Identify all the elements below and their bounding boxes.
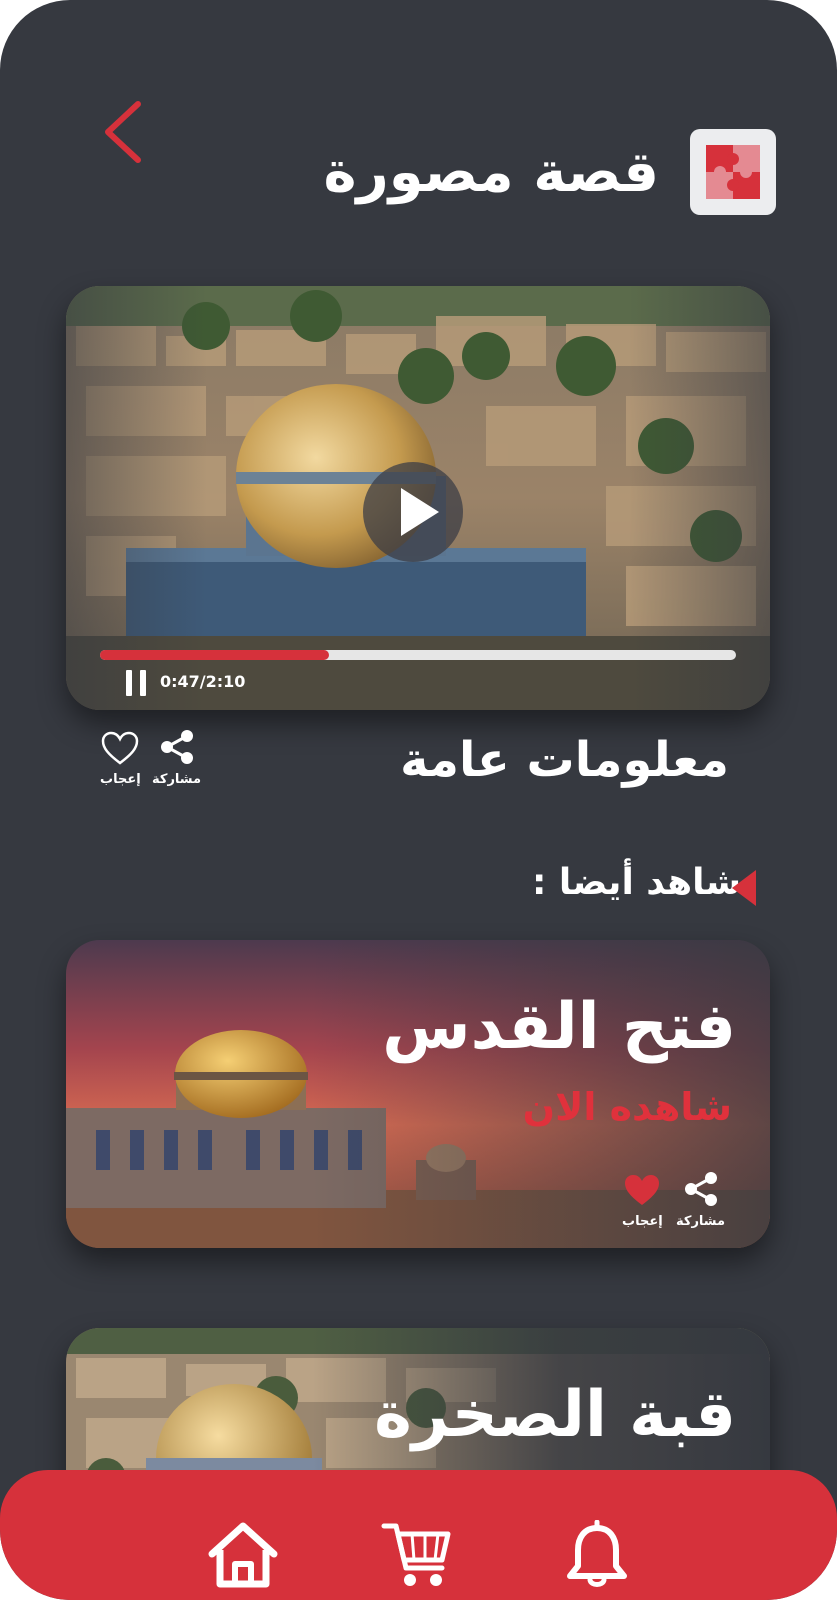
share-button[interactable]: مشاركة	[152, 728, 201, 787]
play-icon	[401, 488, 439, 536]
story-card[interactable]: فتح القدس شاهده الان مشاركة إعجاب	[66, 940, 770, 1248]
like-button[interactable]: إعجاب	[622, 1172, 663, 1229]
play-button[interactable]	[363, 462, 463, 562]
share-button[interactable]: مشاركة	[676, 1170, 725, 1229]
app-logo	[690, 129, 776, 215]
nav-notifications-button[interactable]	[560, 1519, 634, 1590]
section-title: معلومات عامة	[400, 732, 729, 788]
app-screen: قصة مصورة 0:47/2:10 معلومات عامة مشاركة …	[0, 0, 837, 1600]
like-button[interactable]: إعجاب	[100, 730, 141, 787]
share-icon	[684, 1172, 717, 1206]
cart-icon	[381, 1523, 451, 1586]
puzzle-icon	[706, 145, 760, 199]
see-also-heading: شاهد أيضا :	[532, 862, 741, 903]
heart-filled-icon	[625, 1175, 660, 1205]
nav-home-button[interactable]	[206, 1520, 280, 1590]
video-time: 0:47/2:10	[160, 672, 246, 691]
like-label: إعجاب	[100, 772, 141, 787]
like-label: إعجاب	[622, 1214, 663, 1229]
pause-button[interactable]	[126, 670, 150, 696]
heart-outline-icon	[102, 731, 139, 765]
chevron-left-icon	[105, 101, 141, 163]
share-label: مشاركة	[152, 772, 202, 787]
share-icon	[160, 730, 193, 764]
story-title: قبة الصخرة	[374, 1378, 736, 1452]
triangle-left-icon	[732, 870, 756, 906]
story-title: فتح القدس	[382, 990, 736, 1064]
share-label: مشاركة	[676, 1214, 726, 1229]
watch-now-link[interactable]: شاهده الان	[523, 1085, 732, 1129]
bell-icon	[567, 1519, 627, 1587]
video-progress-fill	[100, 650, 329, 660]
home-icon	[208, 1522, 278, 1588]
video-progress-bar[interactable]	[100, 650, 736, 660]
back-button[interactable]	[100, 98, 152, 168]
nav-cart-button[interactable]	[380, 1520, 454, 1590]
page-title: قصة مصورة	[323, 140, 659, 205]
video-player[interactable]: 0:47/2:10	[66, 286, 770, 710]
